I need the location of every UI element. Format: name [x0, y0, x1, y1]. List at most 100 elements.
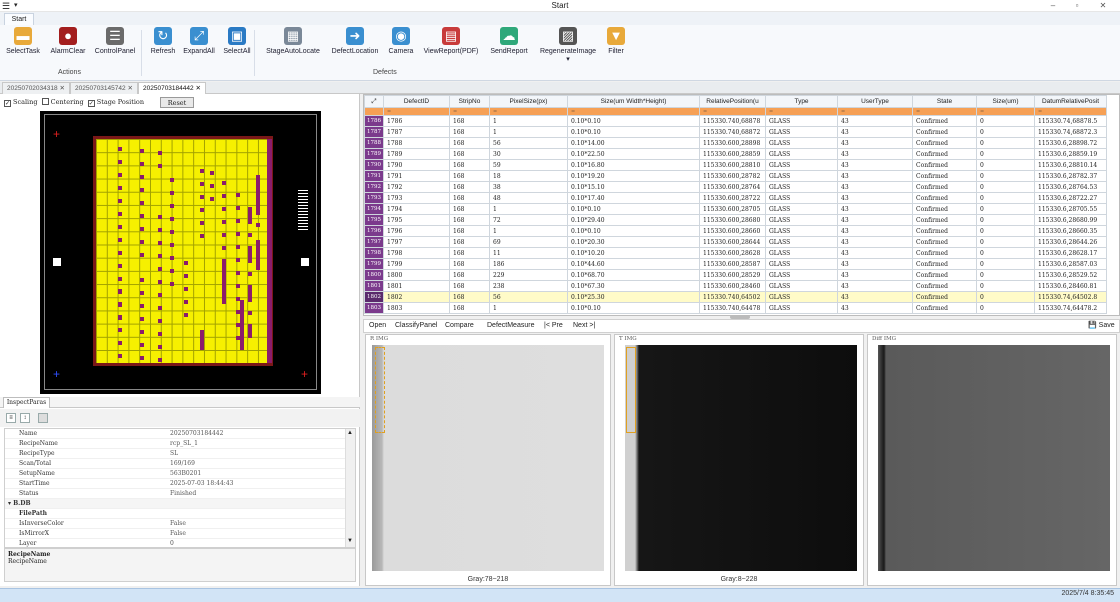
- stage-position-checkbox[interactable]: ✓ Stage Position: [87, 98, 144, 107]
- table-row[interactable]: 1794 1794 168 1 0.10*0.10 115330.600,28705 GLA…: [364, 203, 1107, 215]
- doc-tab-active[interactable]: 20250703184442 ✕: [138, 82, 206, 94]
- property-row[interactable]: RecipeType SL: [5, 449, 355, 459]
- defect-measure-button[interactable]: DefectMeasure: [487, 320, 534, 332]
- table-cell: Confirmed: [912, 225, 977, 237]
- centering-checkbox[interactable]: Centering: [41, 98, 84, 106]
- property-scrollbar[interactable]: [345, 429, 355, 547]
- compare-button[interactable]: Compare: [445, 320, 474, 332]
- table-row[interactable]: 1799 1799 168 186 0.10*44.60 115330.600,28587…: [364, 258, 1107, 270]
- property-row[interactable]: SetupName 563B0201: [5, 469, 355, 479]
- property-row[interactable]: Name 20250703184442: [5, 429, 355, 439]
- column-header[interactable]: Type: [765, 95, 838, 108]
- property-row[interactable]: IsMirrorX False: [5, 529, 355, 539]
- table-cell: GLASS: [765, 225, 838, 237]
- expandall-button[interactable]: ⤢ ExpandAll: [181, 27, 217, 63]
- t-image-panel[interactable]: T IMG Gray:8~228: [614, 334, 864, 586]
- table-row[interactable]: 1797 1797 168 69 0.10*20.30 115330.600,28644 G…: [364, 236, 1107, 248]
- prev-button[interactable]: |< Pre: [544, 320, 563, 332]
- property-row[interactable]: StartTime 2025-07-03 18:44:43: [5, 479, 355, 489]
- defect-location-icon: ➜: [346, 27, 364, 45]
- table-row[interactable]: 1793 1793 168 48 0.10*17.40 115330.600,28722 G…: [364, 192, 1107, 204]
- table-cell: 43: [837, 203, 913, 215]
- table-cell: GLASS: [765, 115, 838, 127]
- ribbon-tab-start[interactable]: Start: [4, 13, 34, 25]
- diff-image-panel[interactable]: Diff IMG: [867, 334, 1117, 586]
- table-cell: 115330.600,28529: [699, 269, 766, 281]
- selecttask-button[interactable]: ▬ SelectTask: [4, 27, 42, 63]
- property-pages-icon[interactable]: [38, 413, 48, 423]
- controlpanel-button[interactable]: ☰ ControlPanel: [92, 27, 138, 63]
- table-row[interactable]: 1788 1788 168 56 0.10*14.00 115330.600,28898 G…: [364, 137, 1107, 149]
- column-header[interactable]: DatumRelativePosit: [1034, 95, 1107, 108]
- table-row[interactable]: 1803 1803 168 1 0.10*0.10 115330.740,64478 GLA…: [364, 302, 1107, 314]
- property-value: 20250703184442: [170, 430, 224, 437]
- table-cell: 43: [837, 192, 913, 204]
- classify-panel-button[interactable]: ClassifyPanel: [395, 320, 437, 332]
- table-row[interactable]: 1790 1790 168 59 0.10*16.80 115330.600,28810 G…: [364, 159, 1107, 171]
- column-header[interactable]: Size(um): [976, 95, 1035, 108]
- property-row[interactable]: Status Finished: [5, 489, 355, 499]
- table-cell: 168: [449, 148, 490, 160]
- filter-row[interactable]: = = = = = = = = = =: [364, 107, 1107, 116]
- table-row[interactable]: 1796 1796 168 1 0.10*0.10 115330.600,28660 GLA…: [364, 225, 1107, 237]
- refresh-button[interactable]: ↻ Refresh: [148, 27, 178, 63]
- next-button[interactable]: Next >|: [573, 320, 595, 332]
- scroll-down-icon[interactable]: ▼: [346, 538, 354, 546]
- property-category[interactable]: ▾ B.DB: [5, 499, 355, 509]
- defectlocation-button[interactable]: ➜ DefectLocation: [328, 27, 382, 63]
- defect-marker: [140, 317, 144, 321]
- table-row[interactable]: 1802 1802 168 56 0.10*25.30 115330.740,64502 G…: [364, 291, 1107, 303]
- doc-tab[interactable]: 20250702034318 ✕: [2, 82, 70, 94]
- sendreport-button[interactable]: ☁ SendReport: [486, 27, 532, 63]
- close-button[interactable]: ✕: [1092, 0, 1114, 12]
- table-row[interactable]: 1791 1791 168 18 0.10*19.20 115330.600,28782 G…: [364, 170, 1107, 182]
- table-cell: 115330.6,28644.26: [1034, 236, 1107, 248]
- minimize-button[interactable]: –: [1042, 0, 1064, 12]
- scaling-checkbox[interactable]: ✓ Scaling: [4, 98, 37, 107]
- table-row[interactable]: 1792 1792 168 38 0.10*15.10 115330.600,28764 G…: [364, 181, 1107, 193]
- table-row[interactable]: 1800 1800 168 229 0.10*68.70 115330.600,28529…: [364, 269, 1107, 281]
- doc-tab[interactable]: 20250703145742 ✕: [70, 82, 138, 94]
- r-image-panel[interactable]: R IMG Gray:78~218: [365, 334, 611, 586]
- table-row[interactable]: 1795 1795 168 72 0.10*29.40 115330.600,28680 G…: [364, 214, 1107, 226]
- column-header[interactable]: RelativePosition(u: [699, 95, 766, 108]
- selectall-button[interactable]: ▣ SelectAll: [221, 27, 253, 63]
- tab-inspect-paras[interactable]: InspectParas: [3, 397, 50, 408]
- property-row[interactable]: Layer 0: [5, 539, 355, 547]
- alarmclear-button[interactable]: ● AlarmClear: [46, 27, 90, 63]
- table-cell: 0: [976, 258, 1035, 270]
- property-row[interactable]: RecipeName rcp_SL_1: [5, 439, 355, 449]
- column-header[interactable]: UserType: [837, 95, 913, 108]
- defect-marker: [140, 240, 144, 244]
- scroll-up-icon[interactable]: ▲: [346, 430, 354, 438]
- table-cell: 0.10*19.20: [567, 170, 700, 182]
- maximize-button[interactable]: ▫: [1066, 0, 1088, 12]
- filter-button[interactable]: ▼ Filter: [604, 27, 628, 63]
- column-header[interactable]: Size(um Width*Height): [567, 95, 700, 108]
- table-row[interactable]: 1789 1789 168 30 0.10*22.50 115330.600,28859 G…: [364, 148, 1107, 160]
- property-row[interactable]: IsInverseColor False: [5, 519, 355, 529]
- property-row[interactable]: FilePath: [5, 509, 355, 519]
- column-header[interactable]: PixelSize(px): [489, 95, 568, 108]
- property-row[interactable]: Scan/Total 169/169: [5, 459, 355, 469]
- grid-corner-icon[interactable]: ⤢: [364, 95, 384, 108]
- camera-button[interactable]: ◉ Camera: [386, 27, 416, 63]
- defect-marker: [140, 162, 144, 166]
- stageautolocate-button[interactable]: ▦ StageAutoLocate: [262, 27, 324, 63]
- table-row[interactable]: 1786 1786 168 1 0.10*0.10 115330.740,68878 GLA…: [364, 115, 1107, 127]
- open-button[interactable]: Open: [369, 320, 386, 332]
- save-button[interactable]: 💾 Save: [1088, 320, 1115, 332]
- column-header[interactable]: StripNo: [449, 95, 490, 108]
- alphabetical-sort-icon[interactable]: ↕: [20, 413, 30, 423]
- column-header[interactable]: State: [912, 95, 977, 108]
- categorized-sort-icon[interactable]: ≡: [6, 413, 16, 423]
- viewreport-pdf-button[interactable]: ▤ ViewReport(PDF): [421, 27, 481, 63]
- column-header[interactable]: DefectID: [383, 95, 450, 108]
- defect-marker: [140, 149, 144, 153]
- reset-button[interactable]: Reset: [160, 97, 194, 108]
- table-row[interactable]: 1787 1787 168 1 0.10*0.10 115330.740,68872 GLA…: [364, 126, 1107, 138]
- table-row[interactable]: 1801 1801 168 238 0.10*67.30 115330.600,28460…: [364, 280, 1107, 292]
- regenerateimage-button[interactable]: ▨ RegenerateImage ▾: [536, 27, 600, 63]
- row-header: 1794: [364, 203, 384, 215]
- table-row[interactable]: 1798 1798 168 11 0.10*10.20 115330.600,28628 G…: [364, 247, 1107, 259]
